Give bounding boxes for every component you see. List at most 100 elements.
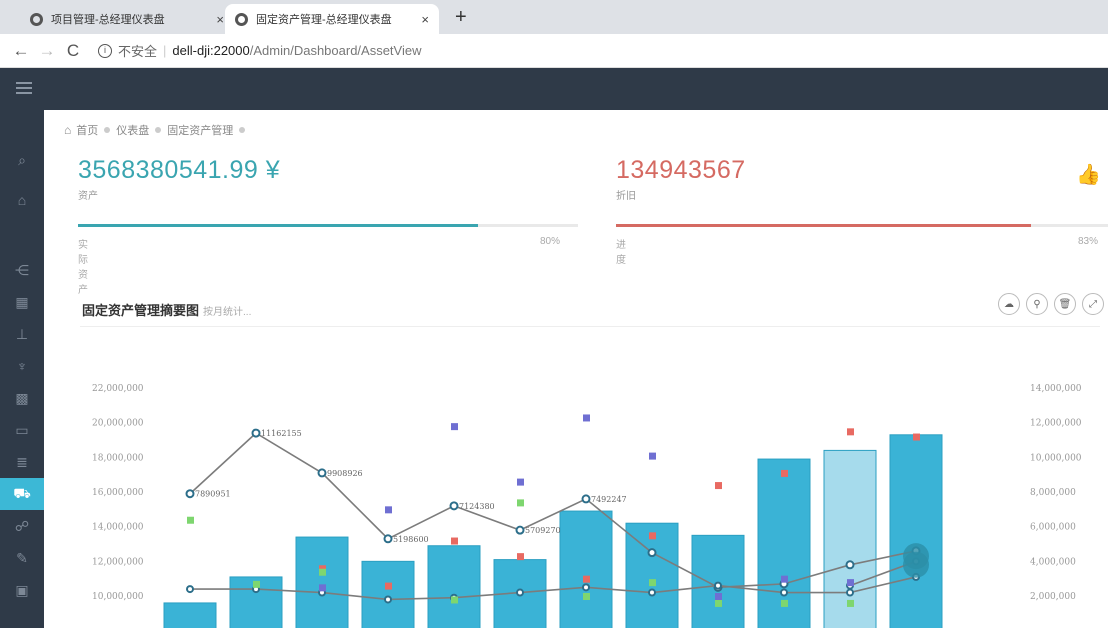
share-icon[interactable]: ⋲ (0, 254, 44, 286)
info-icon[interactable]: i (98, 43, 112, 58)
forward-button[interactable]: → (34, 41, 60, 61)
left-axis-tick: 10,000,000 (92, 592, 144, 602)
home-icon[interactable]: ⌂ (64, 123, 71, 137)
kpi-sub-label: 实际资产 (78, 240, 88, 296)
home-icon[interactable]: ⌂ (0, 184, 44, 216)
panel-title-text: 固定资产管理摘要图 (82, 303, 200, 318)
kpi-depreciation: 134943567 折旧 (616, 156, 746, 202)
menu-icon[interactable] (16, 82, 32, 94)
back-button[interactable]: ← (8, 41, 34, 61)
kpi-label: 资产 (78, 191, 98, 202)
tab-title: 项目管理-总经理仪表盘 (51, 14, 165, 26)
breadcrumb-separator (155, 127, 162, 133)
series-main-point (647, 548, 657, 558)
url-field[interactable]: i 不安全 | dell-dji:22000 /Admin/Dashboard/… (98, 41, 422, 60)
series-secondary-point (582, 583, 590, 592)
table-icon[interactable]: ▦ (0, 286, 44, 318)
chart-bar (889, 434, 943, 628)
scatter-purple-point (649, 452, 656, 460)
scatter-purple-point (319, 584, 326, 592)
series-main-point (581, 494, 591, 504)
breadcrumb-item[interactable]: 仪表盘 (116, 122, 149, 138)
breadcrumb-separator (104, 127, 111, 133)
scatter-green-point (187, 516, 194, 524)
scatter-green-point (253, 580, 260, 588)
left-axis-tick: 20,000,000 (92, 419, 144, 429)
series-secondary-point (186, 585, 194, 594)
kpi-label: 折旧 (616, 191, 636, 202)
scatter-green-point (583, 593, 590, 600)
left-axis-tick: 22,000,000 (92, 384, 144, 394)
chart-bar (163, 602, 217, 628)
scatter-green-point (715, 599, 722, 607)
progress-fill (78, 224, 478, 227)
chart-bar (559, 510, 613, 628)
tab-title: 固定资产管理-总经理仪表盘 (256, 14, 392, 26)
scatter-purple-point (451, 423, 458, 431)
panel-title: 固定资产管理摘要图 按月统计... (82, 300, 251, 319)
series-main-point (185, 489, 195, 499)
scatter-red-point (847, 428, 854, 436)
close-icon[interactable]: × (421, 12, 429, 27)
scatter-green-point (781, 599, 788, 607)
kpi-value: 3568380541.99 ¥ (78, 156, 281, 184)
chart-data-label: 7890951 (195, 490, 231, 499)
scatter-red-point (649, 532, 656, 540)
series-secondary-point (846, 588, 854, 597)
address-bar: ← → C i 不安全 | dell-dji:22000 /Admin/Dash… (0, 34, 1108, 68)
chart-bar (427, 545, 481, 628)
cloud-icon[interactable]: ☁ (998, 293, 1020, 315)
bubble-point (903, 551, 929, 578)
url-host: dell-dji:22000 (172, 43, 250, 58)
series-secondary-point (780, 588, 788, 597)
close-icon[interactable]: × (216, 12, 224, 27)
series-secondary-point (714, 581, 722, 590)
insecure-label: 不安全 (118, 44, 158, 59)
series-main-point (449, 501, 459, 511)
panel-tools: ☁ ⚲ 🗑 ⤢ (998, 293, 1104, 315)
search-icon[interactable]: ⌕ (0, 144, 44, 176)
right-axis-tick: 12,000,000 (1030, 419, 1082, 429)
series-main-point (251, 428, 261, 438)
right-axis-tick: 6,000,000 (1030, 523, 1076, 533)
left-axis-tick: 16,000,000 (92, 488, 144, 498)
right-axis-tick: 14,000,000 (1030, 384, 1082, 394)
trash-icon[interactable]: 🗑 (1054, 293, 1076, 315)
kpi-value: 134943567 (616, 156, 746, 184)
right-axis-tick: 8,000,000 (1030, 488, 1076, 498)
chart-data-label: 5198600 (393, 535, 429, 544)
url-path: /Admin/Dashboard/AssetView (249, 43, 422, 58)
wrench-icon[interactable]: ⚲ (1026, 293, 1048, 315)
scatter-purple-point (385, 506, 392, 514)
scatter-purple-point (583, 414, 590, 422)
series-main-point (317, 468, 327, 478)
series-main-point (383, 534, 393, 544)
scatter-red-point (385, 582, 392, 590)
progress-fill (616, 224, 1031, 227)
right-axis-tick: 2,000,000 (1030, 592, 1076, 602)
url-separator: | (163, 43, 167, 58)
tab-fixed-assets[interactable]: 固定资产管理-总经理仪表盘 × (225, 4, 439, 34)
scatter-purple-point (847, 579, 854, 587)
left-axis-tick: 14,000,000 (92, 523, 144, 533)
series-secondary-point (648, 588, 656, 597)
chart-data-label: 7492247 (591, 495, 627, 504)
reload-button[interactable]: C (60, 41, 86, 61)
series-main-point (515, 525, 525, 535)
expand-icon[interactable]: ⤢ (1082, 293, 1104, 315)
browser-tab-bar: 项目管理-总经理仪表盘 × 固定资产管理-总经理仪表盘 × + (0, 0, 1108, 34)
chart-data-label: 11162155 (261, 429, 302, 438)
kpi-assets: 3568380541.99 ¥ 资产 (78, 156, 280, 202)
breadcrumb-item[interactable]: 首页 (76, 122, 98, 138)
left-axis-tick: 12,000,000 (92, 557, 144, 567)
scatter-red-point (583, 575, 590, 583)
new-tab-button[interactable]: + (455, 6, 467, 29)
thumbs-up-icon[interactable]: 👍 (1076, 162, 1101, 187)
scatter-purple-point (517, 478, 524, 486)
scatter-red-point (715, 482, 722, 490)
kpi-percent: 83% (1078, 236, 1099, 247)
scatter-red-point (913, 433, 920, 441)
breadcrumb-item[interactable]: 固定资产管理 (167, 122, 233, 138)
tab-project-management[interactable]: 项目管理-总经理仪表盘 × (20, 4, 234, 34)
series-main-point (845, 560, 855, 570)
